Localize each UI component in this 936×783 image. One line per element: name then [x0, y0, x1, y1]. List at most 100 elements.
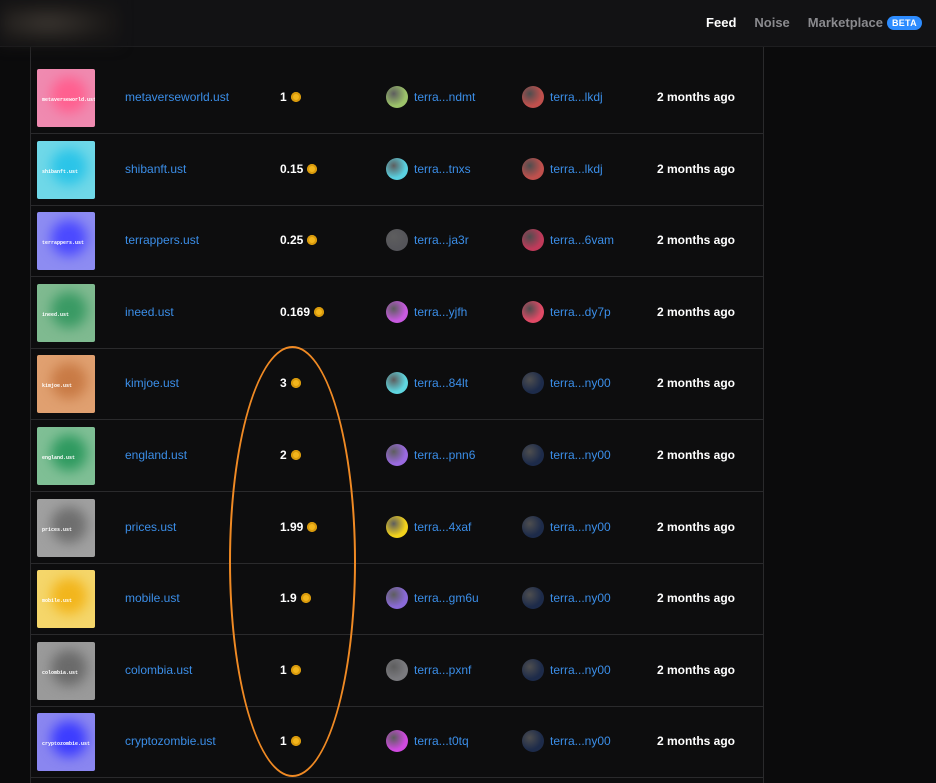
to-avatar: [522, 587, 544, 610]
price-value: 1.99: [280, 519, 304, 534]
table-row[interactable]: terrappers.ust terrappers.ust 0.25 terra…: [31, 205, 763, 278]
to-address: terra...ny00: [550, 519, 611, 534]
sale-time: 2 months ago: [657, 662, 736, 677]
thumbnail-orb: [51, 148, 87, 185]
thumbnail-name: england.ust: [42, 455, 76, 461]
from-user-link[interactable]: terra...yjfh: [386, 300, 468, 323]
price-cell: 1: [280, 90, 301, 104]
price-cell: 0.15: [280, 162, 318, 176]
nav-marketplace[interactable]: Marketplace BETA: [808, 15, 922, 30]
nft-thumbnail[interactable]: terrappers.ust: [37, 212, 95, 271]
from-user-link[interactable]: terra...t0tq: [386, 730, 469, 753]
price-value: 0.169: [280, 304, 311, 319]
nft-thumbnail[interactable]: colombia.ust: [37, 641, 95, 700]
domain-name-link[interactable]: colombia.ust: [125, 663, 192, 677]
nft-thumbnail[interactable]: metaverseworld.ust: [37, 69, 95, 127]
table-row[interactable]: mobile.ust mobile.ust 1.9 terra...gm6u t…: [31, 563, 763, 636]
price-cell: 1.99: [280, 519, 318, 534]
to-user-link[interactable]: terra...lkdj: [522, 157, 603, 180]
domain-name-link[interactable]: shibanft.ust: [125, 162, 186, 176]
to-user-link[interactable]: terra...ny00: [522, 444, 611, 466]
from-user-link[interactable]: terra...4xaf: [386, 515, 471, 538]
to-avatar: [522, 300, 544, 323]
to-address: terra...dy7p: [550, 304, 611, 319]
to-user-link[interactable]: terra...ny00: [522, 658, 611, 681]
thumbnail-orb: [51, 721, 87, 758]
to-user-link[interactable]: terra...ny00: [522, 730, 611, 753]
nft-thumbnail[interactable]: prices.ust: [37, 498, 95, 557]
thumbnail-name: colombia.ust: [42, 669, 79, 676]
nft-thumbnail[interactable]: kimjoe.ust: [37, 355, 95, 414]
table-row[interactable]: england.ust england.ust 2 terra...pnn6 t…: [31, 420, 763, 492]
price-value: 1: [280, 90, 287, 104]
domain-name-link[interactable]: terrappers.ust: [125, 233, 199, 247]
from-address: terra...ja3r: [414, 233, 469, 248]
nft-thumbnail[interactable]: shibanft.ust: [37, 140, 95, 199]
domain-name-link[interactable]: ineed.ust: [125, 305, 174, 319]
coin-icon: [300, 593, 311, 604]
to-avatar: [522, 229, 544, 252]
from-user-link[interactable]: terra...pnn6: [386, 444, 475, 466]
table-row[interactable]: metaverseworld.ust metaverseworld.ust 1 …: [31, 62, 763, 134]
coin-icon: [307, 521, 318, 532]
nft-thumbnail[interactable]: mobile.ust: [37, 570, 95, 629]
beta-badge: BETA: [886, 15, 922, 30]
to-user-link[interactable]: terra...6vam: [522, 229, 614, 252]
thumbnail-orb: [51, 578, 87, 615]
price-cell: 0.25: [280, 233, 318, 247]
from-user-link[interactable]: terra...ndmt: [386, 86, 475, 108]
thumbnail-name: metaverseworld.ust: [42, 97, 95, 103]
to-avatar: [522, 444, 544, 466]
logo-blurred: [0, 0, 120, 46]
to-user-link[interactable]: terra...lkdj: [522, 86, 603, 108]
to-address: terra...ny00: [550, 591, 611, 606]
coin-icon: [314, 306, 325, 317]
from-user-link[interactable]: terra...84lt: [386, 372, 468, 395]
thumbnail-orb: [51, 220, 87, 257]
to-user-link[interactable]: terra...dy7p: [522, 300, 611, 323]
from-avatar: [386, 372, 408, 395]
thumbnail-orb: [51, 363, 87, 400]
from-user-link[interactable]: terra...ja3r: [386, 229, 469, 252]
table-row[interactable]: cryptozombie.ust cryptozombie.ust 1 terr…: [31, 706, 763, 779]
from-avatar: [386, 730, 408, 753]
nft-thumbnail[interactable]: ineed.ust: [37, 283, 95, 342]
table-row[interactable]: colombia.ust colombia.ust 1 terra...pxnf…: [31, 635, 763, 707]
domain-name-link[interactable]: mobile.ust: [125, 591, 180, 605]
from-address: terra...ndmt: [414, 90, 476, 104]
nft-thumbnail[interactable]: england.ust: [37, 427, 95, 485]
from-address: terra...yjfh: [414, 304, 468, 319]
nav-feed[interactable]: Feed: [706, 15, 736, 30]
to-avatar: [522, 372, 544, 395]
from-user-link[interactable]: terra...pxnf: [386, 658, 471, 681]
to-user-link[interactable]: terra...ny00: [522, 515, 611, 538]
table-row[interactable]: ineed.ust ineed.ust 0.169 terra...yjfh t…: [31, 277, 763, 349]
coin-icon: [307, 163, 318, 174]
domain-name-link[interactable]: metaverseworld.ust: [125, 90, 229, 104]
table-row[interactable]: shibanft.ust shibanft.ust 0.15 terra...t…: [31, 134, 763, 206]
to-user-link[interactable]: terra...ny00: [522, 587, 611, 610]
table-row[interactable]: kimjoe.ust kimjoe.ust 3 terra...84lt ter…: [31, 348, 763, 421]
domain-name-link[interactable]: kimjoe.ust: [125, 376, 179, 390]
nav-noise[interactable]: Noise: [754, 15, 789, 30]
nft-thumbnail[interactable]: cryptozombie.ust: [37, 713, 95, 772]
from-avatar: [386, 229, 408, 252]
table-row[interactable]: prices.ust prices.ust 1.99 terra...4xaf …: [31, 492, 763, 564]
domain-name-link[interactable]: cryptozombie.ust: [125, 734, 216, 748]
from-avatar: [386, 658, 408, 681]
from-user-link[interactable]: terra...gm6u: [386, 587, 479, 610]
to-address: terra...ny00: [550, 376, 611, 391]
price-value: 2: [280, 448, 287, 462]
from-avatar: [386, 86, 408, 108]
from-address: terra...pnn6: [414, 448, 476, 462]
to-avatar: [522, 730, 544, 753]
from-user-link[interactable]: terra...tnxs: [386, 157, 471, 180]
domain-name-link[interactable]: england.ust: [125, 448, 187, 462]
price-value: 1: [280, 662, 287, 677]
to-user-link[interactable]: terra...ny00: [522, 372, 611, 395]
thumbnail-name: terrappers.ust: [42, 240, 85, 247]
sale-time: 2 months ago: [657, 90, 736, 104]
price-cell: 1.9: [280, 591, 311, 605]
domain-name-link[interactable]: prices.ust: [125, 520, 176, 534]
thumbnail-name: mobile.ust: [42, 598, 73, 605]
